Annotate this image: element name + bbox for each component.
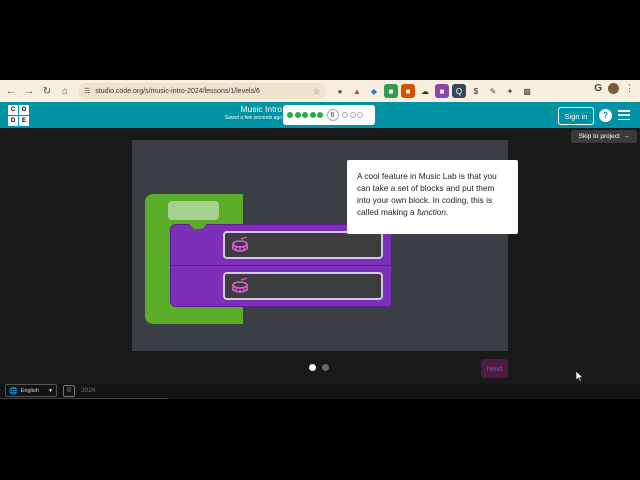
instruction-tooltip: A cool feature in Music Lab is that you … (347, 160, 518, 234)
fish-icon[interactable]: ◆ (367, 84, 381, 98)
progress-level-3[interactable] (302, 112, 308, 118)
progress-level-1[interactable] (287, 112, 293, 118)
code-org-logo[interactable]: C O D E (8, 105, 29, 126)
slide-pagination (309, 364, 329, 371)
language-value: English (20, 387, 39, 394)
bookmark-star-icon[interactable]: ☆ (313, 87, 320, 96)
cloud-ext-icon[interactable]: ☁ (418, 84, 432, 98)
lesson-title-block: Music Intro Saved a few seconds ago (210, 104, 282, 121)
saved-status: Saved a few seconds ago (224, 115, 282, 121)
footer-year: 2024 (81, 387, 96, 394)
purple-ext-icon[interactable]: ■ (435, 84, 449, 98)
back-icon[interactable]: ← (2, 82, 20, 100)
reload-icon[interactable]: ↻ (38, 82, 56, 100)
logo-letter: D (8, 116, 18, 126)
pen-ext-icon[interactable]: ✎ (486, 84, 500, 98)
skip-to-project-button[interactable]: Skip to project → (571, 130, 637, 143)
progress-level-2[interactable] (294, 112, 301, 118)
tooltip-emphasis: function (416, 207, 447, 217)
function-name-field (168, 201, 219, 220)
logo-letter: E (19, 116, 29, 126)
arrow-right-icon: → (622, 133, 630, 140)
progress-level-5[interactable] (317, 112, 323, 118)
hamburger-menu-icon[interactable] (618, 110, 630, 120)
letterbox-top (0, 0, 640, 80)
letterbox-bottom (0, 399, 640, 480)
address-bar[interactable]: ☰ studio.code.org/s/music-intro-2024/les… (78, 83, 326, 99)
help-icon[interactable]: ? (599, 109, 612, 122)
pagination-dot-2[interactable] (322, 364, 329, 371)
url-text: studio.code.org/s/music-intro-2024/lesso… (95, 87, 260, 95)
sound-slot (223, 272, 383, 300)
wand-ext-icon[interactable]: ✦ (503, 84, 517, 98)
language-select[interactable]: 🌐 English ▼ (5, 384, 57, 397)
lesson-title: Music Intro (240, 104, 282, 114)
dollar-ext-icon[interactable]: $ (469, 84, 483, 98)
mouse-cursor-icon (576, 371, 584, 382)
home-icon[interactable]: ⌂ (56, 82, 74, 100)
drum-icon (232, 278, 248, 293)
skip-label: Skip to project (578, 133, 620, 140)
forward-icon[interactable]: → (20, 82, 38, 100)
green-ext-icon[interactable]: ■ (384, 84, 398, 98)
mic-icon[interactable]: ● (333, 84, 347, 98)
progress-current-level[interactable]: 6 (326, 109, 339, 121)
globe-icon: 🌐 (9, 387, 18, 395)
progress-level-9[interactable] (357, 112, 363, 118)
footer (0, 384, 640, 399)
extensions-row: ● ▲ ◆ ■ ■ ☁ ■ Q $ ✎ ✦ ▩ (333, 84, 534, 98)
browser-menu-icon[interactable]: ⋮ (625, 83, 634, 94)
sign-in-button[interactable]: Sign in (558, 107, 594, 125)
megaphone-icon[interactable]: ▲ (350, 84, 364, 98)
puzzle-icon[interactable]: ▩ (520, 84, 534, 98)
pagination-dot-1[interactable] (309, 364, 316, 371)
tooltip-text-end: . (446, 207, 449, 217)
profile-avatar[interactable] (608, 83, 619, 94)
sound-slot (223, 231, 383, 259)
progress-level-8[interactable] (349, 112, 356, 118)
progress-level-4[interactable] (309, 112, 316, 118)
google-icon[interactable]: G (594, 83, 602, 94)
progress-level-7[interactable] (342, 112, 348, 118)
site-info-icon[interactable]: ☰ (84, 87, 90, 95)
next-button[interactable]: Next (481, 359, 508, 378)
chevron-down-icon: ▼ (48, 387, 53, 394)
drum-icon (232, 237, 248, 252)
block-notch (189, 224, 207, 229)
q-ext-icon[interactable]: Q (452, 84, 466, 98)
red-ext-icon[interactable]: ■ (401, 84, 415, 98)
browser-right-controls: G ⋮ (594, 83, 634, 94)
copyright-icon[interactable]: © (63, 385, 75, 397)
logo-letter: O (19, 105, 29, 115)
level-progress: 6 (283, 105, 375, 125)
logo-letter: C (8, 105, 18, 115)
